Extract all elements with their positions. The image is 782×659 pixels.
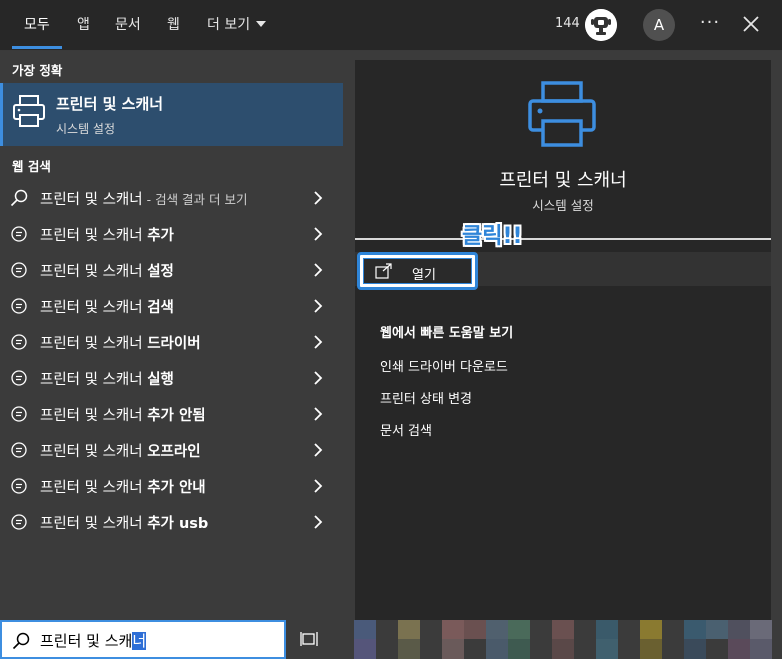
web-search-query: 프린터 및 스캐너 bbox=[40, 300, 148, 316]
chevron-right-icon bbox=[314, 407, 323, 421]
tab-documents[interactable]: 문서 bbox=[115, 16, 141, 34]
web-search-icon bbox=[11, 406, 27, 422]
open-button-inner: 열기 bbox=[363, 258, 472, 284]
help-heading: 웹에서 빠른 도움말 보기 bbox=[380, 326, 514, 341]
search-header: 모두 앱 문서 웹 더 보기 144 A ··· bbox=[0, 0, 782, 51]
web-search-icon bbox=[11, 478, 27, 494]
web-search-suggestion: 추가 usb bbox=[147, 516, 209, 532]
web-search-query: 프린터 및 스캐너 bbox=[40, 228, 148, 244]
web-search-item[interactable]: 프린터 및 스캐너 실행 bbox=[0, 360, 343, 396]
web-search-item[interactable]: 프린터 및 스캐너 추가 usb bbox=[0, 504, 343, 540]
web-search-query: 프린터 및 스캐너 bbox=[40, 408, 148, 424]
web-search-suggestion: 실행 bbox=[147, 372, 174, 388]
web-search-suggestion: 오프라인 bbox=[147, 444, 201, 460]
web-search-item[interactable]: 프린터 및 스캐너 - 검색 결과 더 보기 bbox=[0, 180, 343, 216]
web-search-item-label: 프린터 및 스캐너 추가 안내 bbox=[40, 476, 206, 497]
chevron-right-icon bbox=[314, 371, 323, 385]
more-options-icon[interactable]: ··· bbox=[697, 12, 723, 36]
web-search-item[interactable]: 프린터 및 스캐너 설정 bbox=[0, 252, 343, 288]
help-link-driver-download[interactable]: 인쇄 드라이버 다운로드 bbox=[380, 356, 508, 375]
help-link-document-search[interactable]: 문서 검색 bbox=[380, 420, 432, 439]
web-search-item-label: 프린터 및 스캐너 오프라인 bbox=[40, 440, 201, 461]
divider bbox=[355, 238, 771, 240]
best-match-subtitle: 시스템 설정 bbox=[56, 122, 116, 136]
active-tab-indicator bbox=[12, 46, 62, 49]
open-button-label: 열기 bbox=[412, 268, 436, 283]
tab-all[interactable]: 모두 bbox=[24, 16, 50, 34]
chevron-right-icon bbox=[314, 227, 323, 241]
web-search-item[interactable]: 프린터 및 스캐너 드라이버 bbox=[0, 324, 343, 360]
web-search-icon bbox=[11, 442, 27, 458]
web-search-icon bbox=[11, 370, 27, 386]
search-query-composing: 너 bbox=[132, 632, 147, 650]
web-search-query: 프린터 및 스캐너 bbox=[40, 444, 148, 460]
chevron-right-icon bbox=[314, 263, 323, 277]
preview-subtitle: 시스템 설정 bbox=[532, 198, 594, 213]
chevron-right-icon bbox=[314, 335, 323, 349]
web-search-item-label: 프린터 및 스캐너 - 검색 결과 더 보기 bbox=[40, 188, 248, 209]
web-search-query: 프린터 및 스캐너 bbox=[40, 480, 148, 496]
web-search-suggestion: 검색 bbox=[147, 300, 174, 316]
open-external-icon bbox=[375, 263, 392, 279]
web-search-heading: 웹 검색 bbox=[12, 159, 51, 174]
web-search-item[interactable]: 프린터 및 스캐너 추가 안내 bbox=[0, 468, 343, 504]
chevron-right-icon bbox=[314, 515, 323, 529]
search-icon bbox=[10, 189, 28, 207]
open-button[interactable]: 열기 bbox=[357, 252, 478, 290]
web-search-icon bbox=[11, 298, 27, 314]
web-search-icon bbox=[11, 514, 27, 530]
web-search-suggestion: 추가 bbox=[147, 228, 174, 244]
web-search-icon bbox=[11, 334, 27, 350]
rewards-trophy-icon[interactable] bbox=[585, 9, 617, 41]
web-search-item-label: 프린터 및 스캐너 추가 usb bbox=[40, 512, 208, 533]
web-search-item-label: 프린터 및 스캐너 드라이버 bbox=[40, 332, 201, 353]
chevron-right-icon bbox=[314, 443, 323, 457]
web-search-query: 프린터 및 스캐너 bbox=[40, 516, 148, 532]
best-match-title: 프린터 및 스캐너 bbox=[56, 95, 164, 113]
tab-more-label: 더 보기 bbox=[207, 17, 251, 33]
help-link-printer-status[interactable]: 프린터 상태 변경 bbox=[380, 388, 472, 407]
search-query-typed: 프린터 및 스캐 bbox=[40, 632, 133, 650]
web-search-query: 프린터 및 스캐너 bbox=[40, 192, 143, 208]
web-search-item[interactable]: 프린터 및 스캐너 추가 안됨 bbox=[0, 396, 343, 432]
chevron-right-icon bbox=[314, 299, 323, 313]
best-match-result[interactable]: 프린터 및 스캐너 시스템 설정 bbox=[0, 83, 343, 146]
web-search-item-label: 프린터 및 스캐너 추가 bbox=[40, 224, 174, 245]
web-search-suggestion: 추가 안내 bbox=[147, 480, 206, 496]
close-icon[interactable] bbox=[740, 13, 762, 35]
web-search-item-label: 프린터 및 스캐너 실행 bbox=[40, 368, 174, 389]
web-search-item[interactable]: 프린터 및 스캐너 오프라인 bbox=[0, 432, 343, 468]
web-search-query: 프린터 및 스캐너 bbox=[40, 372, 148, 388]
web-search-query: 프린터 및 스캐너 bbox=[40, 336, 148, 352]
search-input[interactable]: 프린터 및 스캐너 bbox=[0, 620, 286, 659]
preview-title: 프린터 및 스캐너 bbox=[499, 170, 627, 191]
search-icon bbox=[12, 632, 30, 650]
web-search-suggestion: 드라이버 bbox=[147, 336, 201, 352]
web-search-icon bbox=[11, 226, 27, 242]
web-search-suggestion: 추가 안됨 bbox=[147, 408, 206, 424]
avatar[interactable]: A bbox=[643, 9, 675, 41]
task-view-icon[interactable] bbox=[300, 629, 320, 649]
best-match-heading: 가장 정확 bbox=[12, 63, 63, 78]
web-search-item[interactable]: 프린터 및 스캐너 추가 bbox=[0, 216, 343, 252]
tab-web[interactable]: 웹 bbox=[167, 16, 180, 34]
tab-apps[interactable]: 앱 bbox=[77, 16, 90, 34]
click-annotation: 클릭!! bbox=[462, 224, 523, 249]
printer-icon bbox=[528, 81, 596, 147]
web-search-item-label: 프린터 및 스캐너 설정 bbox=[40, 260, 174, 281]
web-search-query: 프린터 및 스캐너 bbox=[40, 264, 148, 280]
rewards-points: 144 bbox=[555, 16, 580, 31]
web-search-item-label: 프린터 및 스캐너 검색 bbox=[40, 296, 174, 317]
printer-icon bbox=[13, 95, 45, 127]
chevron-right-icon bbox=[314, 479, 323, 493]
web-search-hint: - 검색 결과 더 보기 bbox=[142, 192, 248, 207]
web-search-item-label: 프린터 및 스캐너 추가 안됨 bbox=[40, 404, 206, 425]
tab-more[interactable]: 더 보기 bbox=[207, 16, 267, 34]
web-search-item[interactable]: 프린터 및 스캐너 검색 bbox=[0, 288, 343, 324]
web-search-icon bbox=[11, 262, 27, 278]
chevron-down-icon bbox=[256, 21, 267, 27]
search-query: 프린터 및 스캐너 bbox=[40, 630, 147, 651]
web-search-suggestion: 설정 bbox=[147, 264, 174, 280]
chevron-right-icon bbox=[314, 191, 323, 205]
